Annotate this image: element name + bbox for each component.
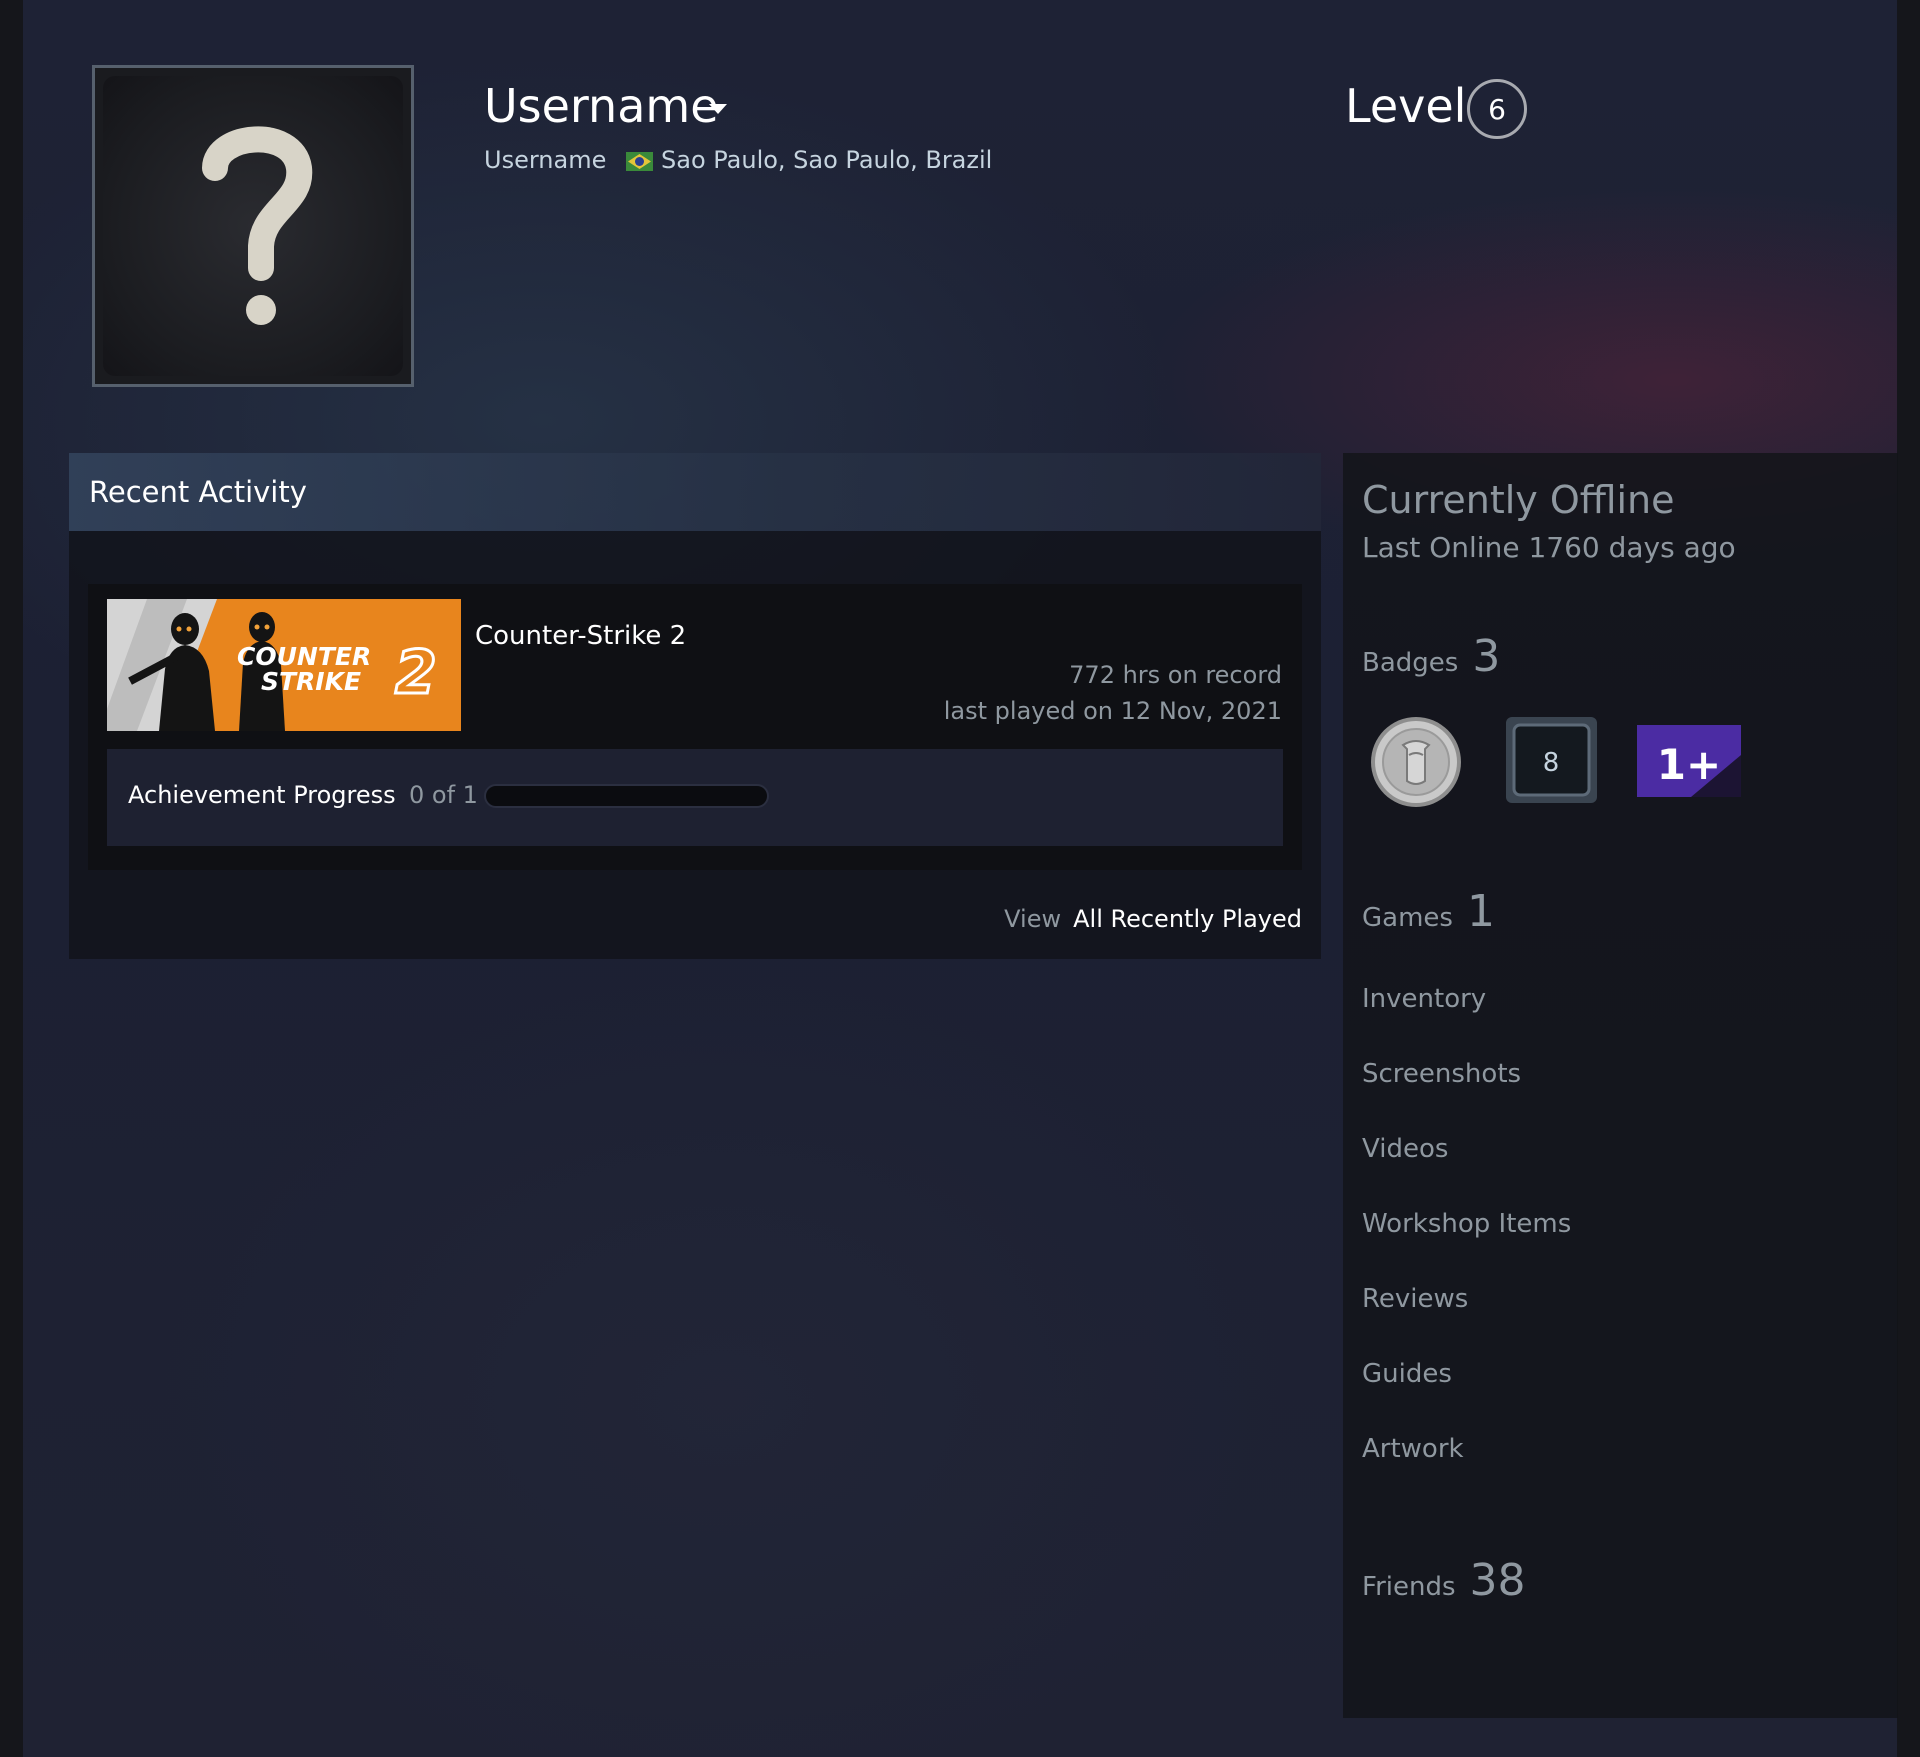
recent-activity-panel: Recent Activity COUNTER STRIKE 2 Counter… [69, 453, 1321, 959]
game-capsule[interactable]: COUNTER STRIKE 2 [107, 599, 461, 731]
persona-name: Username [484, 79, 719, 133]
recent-activity-header: Recent Activity [69, 453, 1321, 531]
capsule-logo-number: 2 [395, 638, 437, 708]
view-all-recently-played[interactable]: View All Recently Played [1004, 905, 1302, 933]
badge-8-number: 8 [1543, 748, 1560, 778]
chevron-down-icon[interactable] [709, 104, 727, 116]
friends-label: Friends [1362, 1572, 1456, 1602]
achievement-count: 0 of 1 [409, 781, 478, 809]
level-label: Level [1345, 79, 1467, 133]
reviews-link[interactable]: Reviews [1362, 1284, 1468, 1314]
badges-count: 3 [1472, 631, 1501, 682]
achievement-label: Achievement Progress [128, 781, 396, 809]
last-online: Last Online 1760 days ago [1362, 531, 1736, 564]
real-name: Username [484, 146, 607, 174]
recent-game-card: COUNTER STRIKE 2 Counter-Strike 2 772 hr… [88, 584, 1302, 870]
game-hours: 772 hrs on record [1069, 661, 1282, 689]
avatar-placeholder [103, 76, 403, 376]
videos-link[interactable]: Videos [1362, 1134, 1448, 1164]
game-last-played: last played on 12 Nov, 2021 [943, 697, 1282, 725]
game-name[interactable]: Counter-Strike 2 [475, 621, 686, 651]
years-of-service-badge-icon[interactable] [1369, 715, 1464, 810]
games-link[interactable]: Games 1 [1362, 886, 1495, 937]
inventory-link[interactable]: Inventory [1362, 984, 1486, 1014]
profile-page: Username Username Sao Paulo, Sao Paulo, … [23, 0, 1898, 1757]
badges-link[interactable]: Badges 3 [1362, 631, 1500, 682]
artwork-link[interactable]: Artwork [1362, 1434, 1464, 1464]
achievement-progress-bar [484, 784, 769, 808]
capsule-logo-line2: STRIKE [261, 667, 361, 696]
games-count: 1 [1466, 886, 1495, 937]
level-8-badge-icon[interactable]: 8 [1504, 715, 1599, 810]
brazil-flag-icon [626, 152, 653, 171]
badges-showcase: 8 1+ [1369, 715, 1769, 810]
badges-label: Badges [1362, 648, 1459, 678]
achievement-summary[interactable]: Achievement Progress 0 of 1 [107, 749, 1283, 846]
screenshots-link[interactable]: Screenshots [1362, 1059, 1521, 1089]
friends-link[interactable]: Friends 38 [1362, 1555, 1526, 1606]
workshop-items-link[interactable]: Workshop Items [1362, 1209, 1571, 1239]
badge-1plus-text: 1+ [1657, 740, 1721, 789]
view-label: View [1004, 905, 1062, 933]
online-status: Currently Offline [1362, 478, 1675, 522]
profile-sidebar: Currently Offline Last Online 1760 days … [1343, 453, 1898, 1718]
recent-activity-title: Recent Activity [89, 475, 307, 509]
counter-strike-2-logo: COUNTER STRIKE 2 [107, 599, 461, 731]
friends-count: 38 [1469, 1555, 1526, 1606]
games-label: Games [1362, 903, 1453, 933]
level-badge[interactable]: 6 [1467, 79, 1527, 139]
one-plus-badge-icon[interactable]: 1+ [1631, 715, 1741, 805]
guides-link[interactable]: Guides [1362, 1359, 1452, 1389]
avatar[interactable] [92, 65, 414, 387]
all-recently-played-link[interactable]: All Recently Played [1073, 905, 1302, 933]
location: Sao Paulo, Sao Paulo, Brazil [661, 146, 993, 174]
question-mark-icon [202, 126, 313, 325]
